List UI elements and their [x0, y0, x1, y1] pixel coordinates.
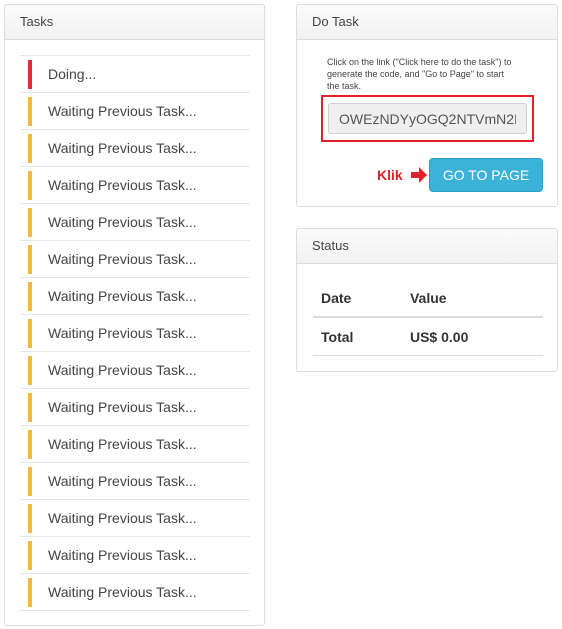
task-status-bar-waiting	[28, 97, 32, 126]
do-task-panel: Do Task Click on the link ("Click here t…	[296, 4, 558, 207]
status-table-header: Date Value	[313, 279, 543, 318]
status-panel: Status Date Value Total US$ 0.00	[296, 228, 558, 372]
do-task-panel-title: Do Task	[297, 5, 557, 40]
status-panel-title: Status	[297, 229, 557, 264]
task-label: Waiting Previous Task...	[48, 399, 197, 415]
task-label: Waiting Previous Task...	[48, 584, 197, 600]
task-label: Waiting Previous Task...	[48, 436, 197, 452]
task-label: Waiting Previous Task...	[48, 214, 197, 230]
task-status-bar-waiting	[28, 356, 32, 385]
task-code-field[interactable]	[328, 103, 527, 134]
klik-label: Klik	[377, 167, 403, 183]
task-row: Waiting Previous Task...	[20, 389, 250, 426]
total-value: US$ 0.00	[409, 317, 543, 356]
tasks-list: Doing... Waiting Previous Task... Waiting …	[20, 55, 250, 611]
column-header-value: Value	[409, 279, 543, 318]
task-status-bar-waiting	[28, 541, 32, 570]
task-label: Waiting Previous Task...	[48, 325, 197, 341]
task-status-bar-waiting	[28, 467, 32, 496]
tasks-panel: Tasks Doing... Waiting Previous Task... Wa…	[4, 4, 265, 626]
task-label: Waiting Previous Task...	[48, 510, 197, 526]
code-highlight-frame	[321, 95, 534, 142]
task-label: Doing...	[48, 66, 97, 82]
tasks-panel-title: Tasks	[5, 5, 264, 40]
column-header-date: Date	[313, 279, 410, 318]
task-row: Waiting Previous Task...	[20, 204, 250, 241]
task-status-bar-waiting	[28, 319, 32, 348]
task-label: Waiting Previous Task...	[48, 547, 197, 563]
task-status-bar-waiting	[28, 171, 32, 200]
task-status-bar-waiting	[28, 504, 32, 533]
task-label: Waiting Previous Task...	[48, 251, 197, 267]
arrow-right-icon	[411, 167, 427, 183]
task-status-bar-waiting	[28, 208, 32, 237]
task-label: Waiting Previous Task...	[48, 288, 197, 304]
task-row: Waiting Previous Task...	[20, 352, 250, 389]
task-row: Waiting Previous Task...	[20, 241, 250, 278]
task-status-bar-waiting	[28, 134, 32, 163]
task-label: Waiting Previous Task...	[48, 177, 197, 193]
task-status-bar-doing	[28, 60, 32, 89]
task-status-bar-waiting	[28, 430, 32, 459]
status-table: Date Value Total US$ 0.00	[313, 279, 543, 356]
task-instructions: Click on the link ("Click here to do the…	[327, 57, 512, 91]
task-row: Waiting Previous Task...	[20, 537, 250, 574]
task-row: Waiting Previous Task...	[20, 93, 250, 130]
task-row: Waiting Previous Task...	[20, 278, 250, 315]
task-row: Waiting Previous Task...	[20, 167, 250, 204]
total-label: Total	[313, 317, 410, 356]
task-row: Waiting Previous Task...	[20, 500, 250, 537]
task-label: Waiting Previous Task...	[48, 103, 197, 119]
go-to-page-button[interactable]: GO TO PAGE	[429, 158, 543, 192]
task-row: Waiting Previous Task...	[20, 463, 250, 500]
status-total-row: Total US$ 0.00	[313, 317, 543, 356]
task-status-bar-waiting	[28, 282, 32, 311]
task-label: Waiting Previous Task...	[48, 362, 197, 378]
task-row: Waiting Previous Task...	[20, 426, 250, 463]
task-label: Waiting Previous Task...	[48, 140, 197, 156]
task-row: Waiting Previous Task...	[20, 574, 250, 611]
task-status-bar-waiting	[28, 578, 32, 607]
task-row: Waiting Previous Task...	[20, 315, 250, 352]
task-status-bar-waiting	[28, 245, 32, 274]
task-row: Doing...	[20, 56, 250, 93]
task-row: Waiting Previous Task...	[20, 130, 250, 167]
task-label: Waiting Previous Task...	[48, 473, 197, 489]
task-status-bar-waiting	[28, 393, 32, 422]
